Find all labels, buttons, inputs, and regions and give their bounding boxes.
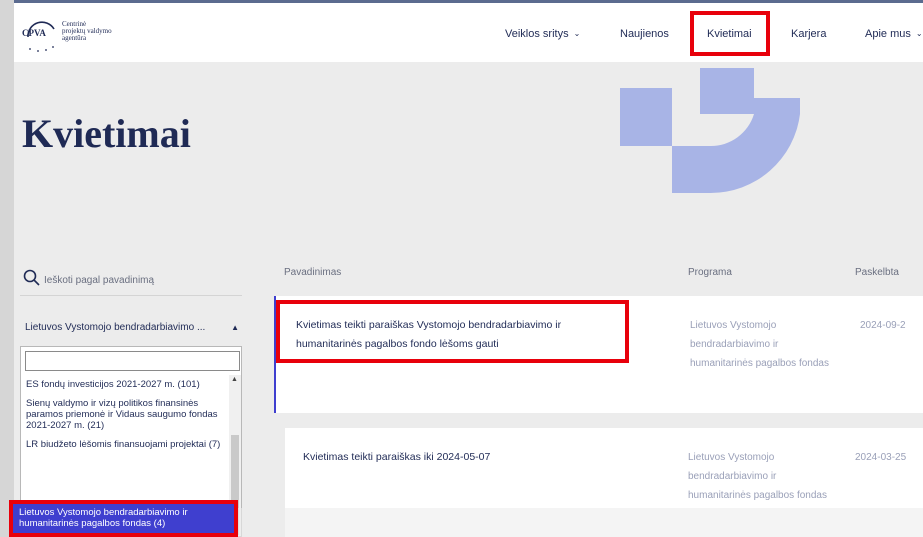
nav-label: Karjera — [791, 28, 827, 40]
row-title-link[interactable]: Kvietimas teikti paraiškas iki 2024-05-0… — [303, 448, 623, 467]
bottom-overlay — [238, 508, 923, 537]
program-filter-select[interactable]: Lietuvos Vystomojo bendradarbiavimo ... … — [25, 322, 243, 342]
search-icon — [23, 269, 40, 286]
row-program: Lietuvos Vystomojo bendradarbiavimo ir h… — [690, 320, 829, 369]
chevron-down-icon: ⌄ — [915, 29, 923, 38]
row-program: Lietuvos Vystomojo bendradarbiavimo ir h… — [688, 452, 827, 501]
nav-item-apie-mus[interactable]: Apie mus ⌄ — [865, 28, 923, 40]
page-title: Kvietimai — [22, 111, 191, 156]
nav-item-veiklos-sritys[interactable]: Veiklos sritys ⌄ — [505, 28, 580, 40]
dropdown-option[interactable]: LR biudžeto lėšomis finansuojami projekt… — [21, 435, 229, 454]
logo-text: Centrinė projektų valdymo agentūra — [62, 21, 112, 42]
sidebar-divider — [20, 295, 242, 296]
dropdown-option[interactable]: Sienų valdymo ir vizų politikos finansin… — [21, 394, 229, 435]
dropdown-option-selected[interactable]: Lietuvos Vystomojo bendradarbiavimo ir h… — [9, 500, 238, 537]
column-header-published: Paskelbta — [855, 267, 899, 278]
row-date: 2024-03-25 — [855, 452, 907, 463]
window-frame-left — [0, 0, 14, 537]
nav-item-karjera[interactable]: Karjera — [791, 28, 826, 40]
nav-item-naujienos[interactable]: Naujienos — [620, 28, 669, 40]
caret-up-icon: ▲ — [231, 323, 239, 332]
dropdown-search-input[interactable] — [25, 351, 240, 371]
row-date: 2024-09-2 — [860, 320, 906, 331]
filter-value: Lietuvos Vystomojo bendradarbiavimo ... — [25, 322, 206, 333]
logo-line-3: agentūra — [62, 34, 87, 42]
row-highlight — [276, 300, 629, 363]
nav-label: Apie mus — [865, 28, 911, 40]
dropdown-list: ES fondų investicijos 2021-2027 m. (101)… — [21, 375, 229, 454]
nav-label: Veiklos sritys — [505, 28, 569, 40]
column-header-program: Programa — [688, 267, 732, 278]
dropdown-option[interactable]: ES fondų investicijos 2021-2027 m. (101) — [21, 375, 229, 394]
chevron-down-icon: ⌄ — [573, 29, 581, 38]
site-header: CPVA Centrinė projektų valdymo agentūra … — [14, 0, 923, 62]
decorative-shape — [620, 68, 800, 194]
nav-label: Naujienos — [620, 28, 669, 40]
logo-abbreviation: CPVA — [22, 28, 46, 38]
column-header-title: Pavadinimas — [284, 267, 342, 278]
search-input[interactable] — [44, 270, 244, 290]
scroll-up-icon[interactable]: ▲ — [231, 376, 238, 383]
search-row — [22, 268, 244, 292]
active-nav-highlight — [690, 11, 770, 56]
